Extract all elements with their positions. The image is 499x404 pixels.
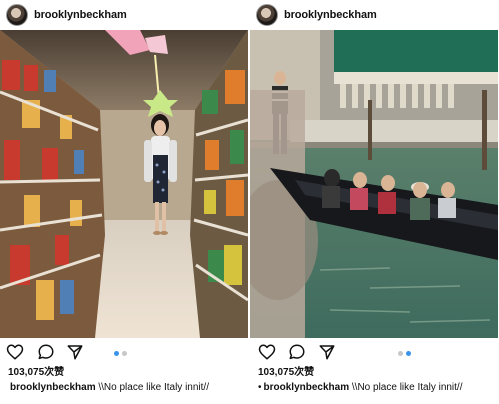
post-photo-venice-gondola[interactable]	[250, 30, 498, 338]
avatar[interactable]	[6, 4, 28, 26]
post-header: brooklynbeckham	[250, 0, 498, 30]
heart-icon[interactable]	[6, 343, 24, 361]
share-icon[interactable]	[66, 343, 84, 361]
caption-text: \\No place like Italy innit//	[349, 382, 463, 393]
comment-icon[interactable]	[288, 343, 306, 361]
caption-username[interactable]: brooklynbeckham	[264, 382, 350, 393]
post-username[interactable]: brooklynbeckham	[284, 9, 377, 21]
post-header: brooklynbeckham	[0, 0, 248, 30]
caption-text: \\No place like Italy innit//	[95, 382, 209, 393]
instagram-post-right: brooklynbeckham 103,075次赞 • brooklynbeck…	[250, 0, 498, 404]
carousel-dots	[114, 351, 127, 356]
post-caption: brooklynbeckham \\No place like Italy in…	[0, 380, 248, 396]
post-photo-grocery-aisle[interactable]	[0, 30, 248, 338]
caption-bullet: •	[258, 382, 262, 393]
post-actions	[250, 338, 498, 366]
share-icon[interactable]	[318, 343, 336, 361]
comment-icon[interactable]	[37, 343, 55, 361]
carousel-dot-active	[406, 351, 411, 356]
post-caption: • brooklynbeckham \\No place like Italy i…	[250, 380, 498, 396]
post-actions	[0, 338, 248, 366]
carousel-dot	[122, 351, 127, 356]
venice-gondola-image	[250, 30, 498, 338]
side-by-side-posts: brooklynbeckham 103,075次赞 brooklynbeckha…	[0, 0, 499, 404]
like-count[interactable]: 103,075次赞	[250, 366, 498, 380]
heart-icon[interactable]	[258, 343, 276, 361]
caption-username[interactable]: brooklynbeckham	[10, 382, 96, 393]
instagram-post-left: brooklynbeckham 103,075次赞 brooklynbeckha…	[0, 0, 248, 404]
like-count[interactable]: 103,075次赞	[0, 366, 248, 380]
carousel-dot-active	[114, 351, 119, 356]
grocery-aisle-image	[0, 30, 248, 338]
avatar[interactable]	[256, 4, 278, 26]
post-username[interactable]: brooklynbeckham	[34, 9, 127, 21]
carousel-dots	[398, 351, 411, 356]
carousel-dot	[398, 351, 403, 356]
